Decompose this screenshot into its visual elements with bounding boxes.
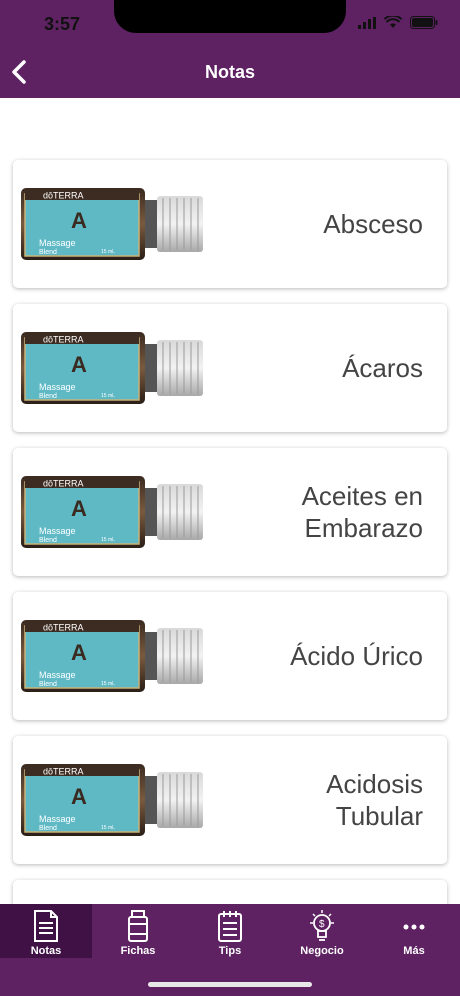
tab-tips[interactable]: Tips xyxy=(184,904,276,958)
bottle-line1: Massage xyxy=(39,670,76,680)
list-item[interactable]: dōTERRA A Massage Blend 15 mL Absceso xyxy=(13,160,447,288)
note-title: Ácaros xyxy=(342,352,423,383)
tab-label: Negocio xyxy=(300,945,344,957)
bottle-brand-text: dōTERRA xyxy=(43,479,84,489)
tab-label: Notas xyxy=(30,945,62,957)
oil-bottle-image: dōTERRA A Massage Blend 15 mL xyxy=(21,331,204,405)
bottle-volume: 15 mL xyxy=(101,825,115,831)
list-item[interactable]: dōTERRA A Massage Blend 15 mL Ácaros xyxy=(13,304,447,432)
more-icon xyxy=(403,924,425,930)
oil-bottle-image: dōTERRA A Massage Blend 15 mL xyxy=(21,187,204,261)
notepad-icon xyxy=(218,911,242,942)
bottle-volume: 15 mL xyxy=(101,249,115,255)
signal-icon xyxy=(358,16,376,29)
note-title: Acidosis Tubular xyxy=(326,768,423,832)
page-title: Notas xyxy=(204,62,255,82)
bottle-brand-text: dōTERRA xyxy=(43,767,84,777)
list-item[interactable]: dōTERRA A Massage Blend 15 mL Ácido Úric… xyxy=(13,592,447,720)
bottle-letter: A xyxy=(71,640,87,665)
bottle-line2: Blend xyxy=(39,393,57,400)
wifi-icon xyxy=(384,16,402,28)
tab-notas[interactable]: Notas xyxy=(0,904,92,958)
bottle-brand-text: dōTERRA xyxy=(43,335,84,345)
bottle-brand-text: dōTERRA xyxy=(43,191,84,201)
tab-label: Más xyxy=(403,945,425,957)
navigation-bar: 3:57 Notas xyxy=(0,0,460,98)
oil-bottle-image: dōTERRA A Massage Blend 15 mL xyxy=(21,475,204,549)
bottle-line1: Massage xyxy=(39,526,76,536)
bottle-line2: Blend xyxy=(39,681,57,688)
device-notch xyxy=(114,0,346,33)
bottle-letter: A xyxy=(71,496,87,521)
bottle-icon xyxy=(128,910,148,942)
notes-icon xyxy=(34,910,58,942)
tab-fichas[interactable]: Fichas xyxy=(92,904,184,958)
status-icons xyxy=(358,16,438,29)
bottle-line2: Blend xyxy=(39,249,57,256)
bottle-line2: Blend xyxy=(39,537,57,544)
bottle-line1: Massage xyxy=(39,238,76,248)
bottle-line2: Blend xyxy=(39,825,57,832)
list-item-partial[interactable] xyxy=(13,880,447,904)
status-time: 3:57 xyxy=(44,14,81,34)
notes-list[interactable]: dōTERRA A Massage Blend 15 mL Absceso dō… xyxy=(0,98,460,904)
bottle-volume: 15 mL xyxy=(101,681,115,687)
note-title: Absceso xyxy=(323,208,423,239)
home-indicator xyxy=(148,982,312,987)
bottle-line1: Massage xyxy=(39,382,76,392)
bottle-line1: Massage xyxy=(39,814,76,824)
oil-bottle-image: dōTERRA A Massage Blend 15 mL xyxy=(21,619,204,693)
oil-bottle-image: dōTERRA A Massage Blend 15 mL xyxy=(21,763,204,837)
list-item[interactable]: dōTERRA A Massage Blend 15 mL Aceites en… xyxy=(13,448,447,576)
note-title: Aceites en Embarazo xyxy=(301,480,423,544)
bottle-letter: A xyxy=(71,208,87,233)
bottle-volume: 15 mL xyxy=(101,537,115,543)
tab-mas[interactable]: Más xyxy=(368,904,460,958)
lightbulb-icon: $ xyxy=(310,910,334,941)
note-title: Ácido Úrico xyxy=(290,640,423,671)
bottle-volume: 15 mL xyxy=(101,393,115,399)
bottle-letter: A xyxy=(71,352,87,377)
bottle-letter: A xyxy=(71,784,87,809)
tab-label: Tips xyxy=(218,945,242,957)
battery-icon xyxy=(410,16,438,29)
tab-negocio[interactable]: $ Negocio xyxy=(276,904,368,958)
svg-text:$: $ xyxy=(319,919,325,930)
bottle-brand-text: dōTERRA xyxy=(43,623,84,633)
tab-label: Fichas xyxy=(120,945,156,957)
list-item[interactable]: dōTERRA A Massage Blend 15 mL Acidosis T… xyxy=(13,736,447,864)
